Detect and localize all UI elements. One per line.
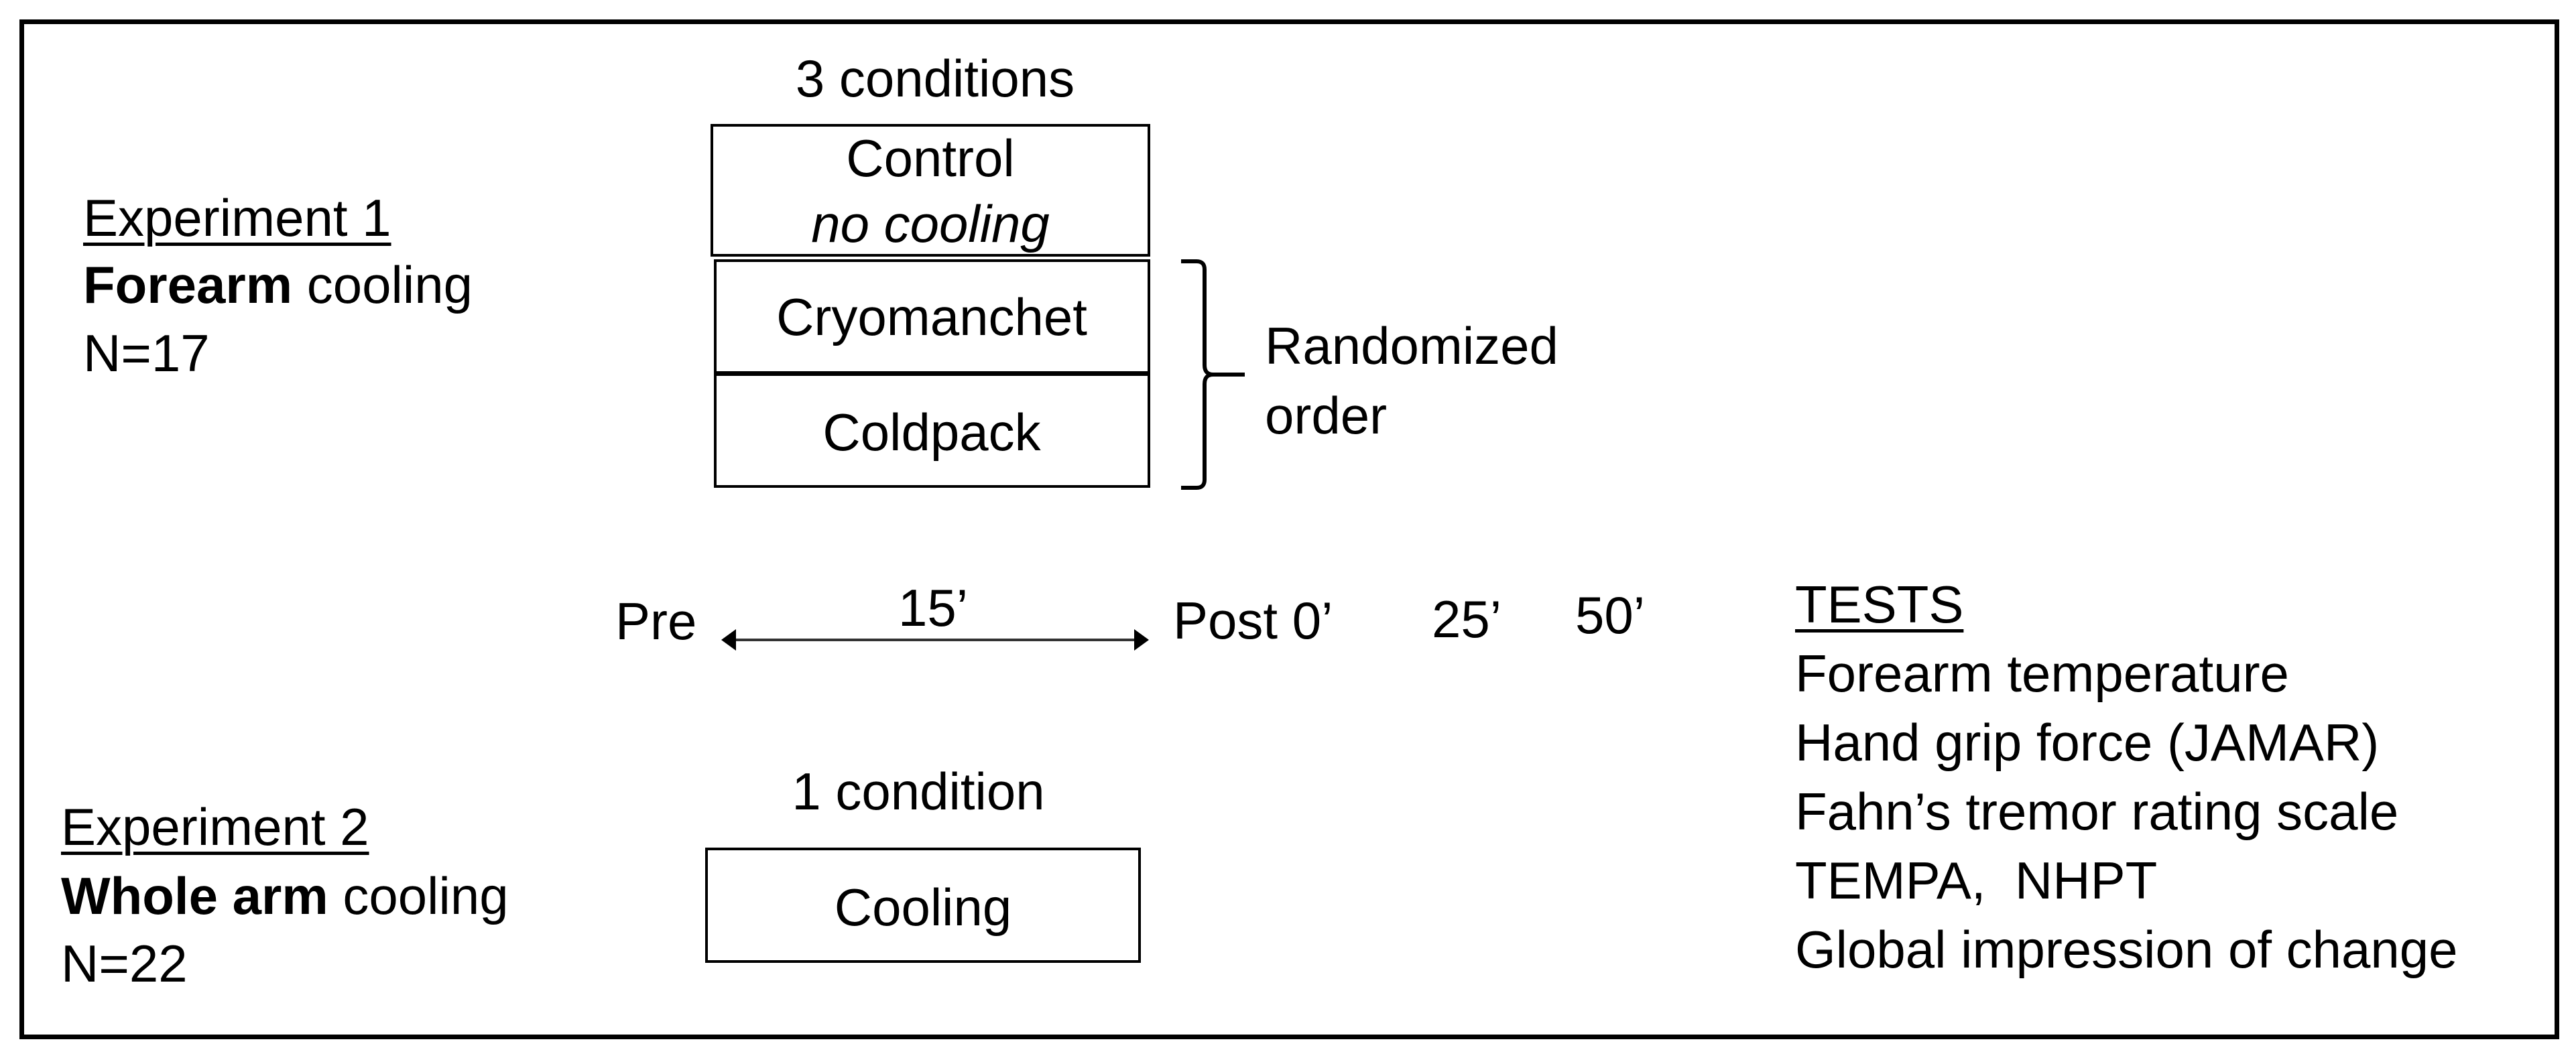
experiment2-subtitle: Whole arm cooling bbox=[61, 870, 509, 922]
test-item: Forearm temperature bbox=[1795, 644, 2289, 703]
timeline-duration-label: 15’ bbox=[898, 578, 969, 637]
test-item: Fahn’s tremor rating scale bbox=[1795, 782, 2399, 841]
experiment2-subtitle-rest: cooling bbox=[328, 866, 509, 925]
timeline-arrowhead-right bbox=[1134, 629, 1149, 651]
condition-label-cooling: Cooling bbox=[834, 878, 1012, 937]
test-item: Hand grip force (JAMAR) bbox=[1795, 713, 2380, 772]
timeline-arrowhead-left bbox=[721, 629, 736, 651]
experiment2-emphasis: Whole arm bbox=[61, 866, 328, 925]
timeline-point-50: 50’ bbox=[1575, 586, 1646, 645]
randomized-note-line2: order bbox=[1265, 386, 1388, 445]
experiment2-sample-size: N=22 bbox=[61, 934, 188, 993]
randomized-note-line1: Randomized bbox=[1265, 316, 1558, 375]
experiment2-title: Experiment 2 bbox=[61, 797, 369, 856]
test-item: TEMPA, NHPT bbox=[1795, 851, 2158, 910]
timeline-point-post0: Post 0’ bbox=[1173, 591, 1333, 650]
timeline-point-25: 25’ bbox=[1432, 590, 1502, 649]
test-item: Global impression of change bbox=[1795, 920, 2458, 979]
tests-heading: TESTS bbox=[1795, 575, 1964, 634]
experiment2-conditions-heading: 1 condition bbox=[792, 762, 1045, 821]
randomized-bracket bbox=[1181, 259, 1245, 490]
timeline-start-label: Pre bbox=[615, 592, 697, 651]
